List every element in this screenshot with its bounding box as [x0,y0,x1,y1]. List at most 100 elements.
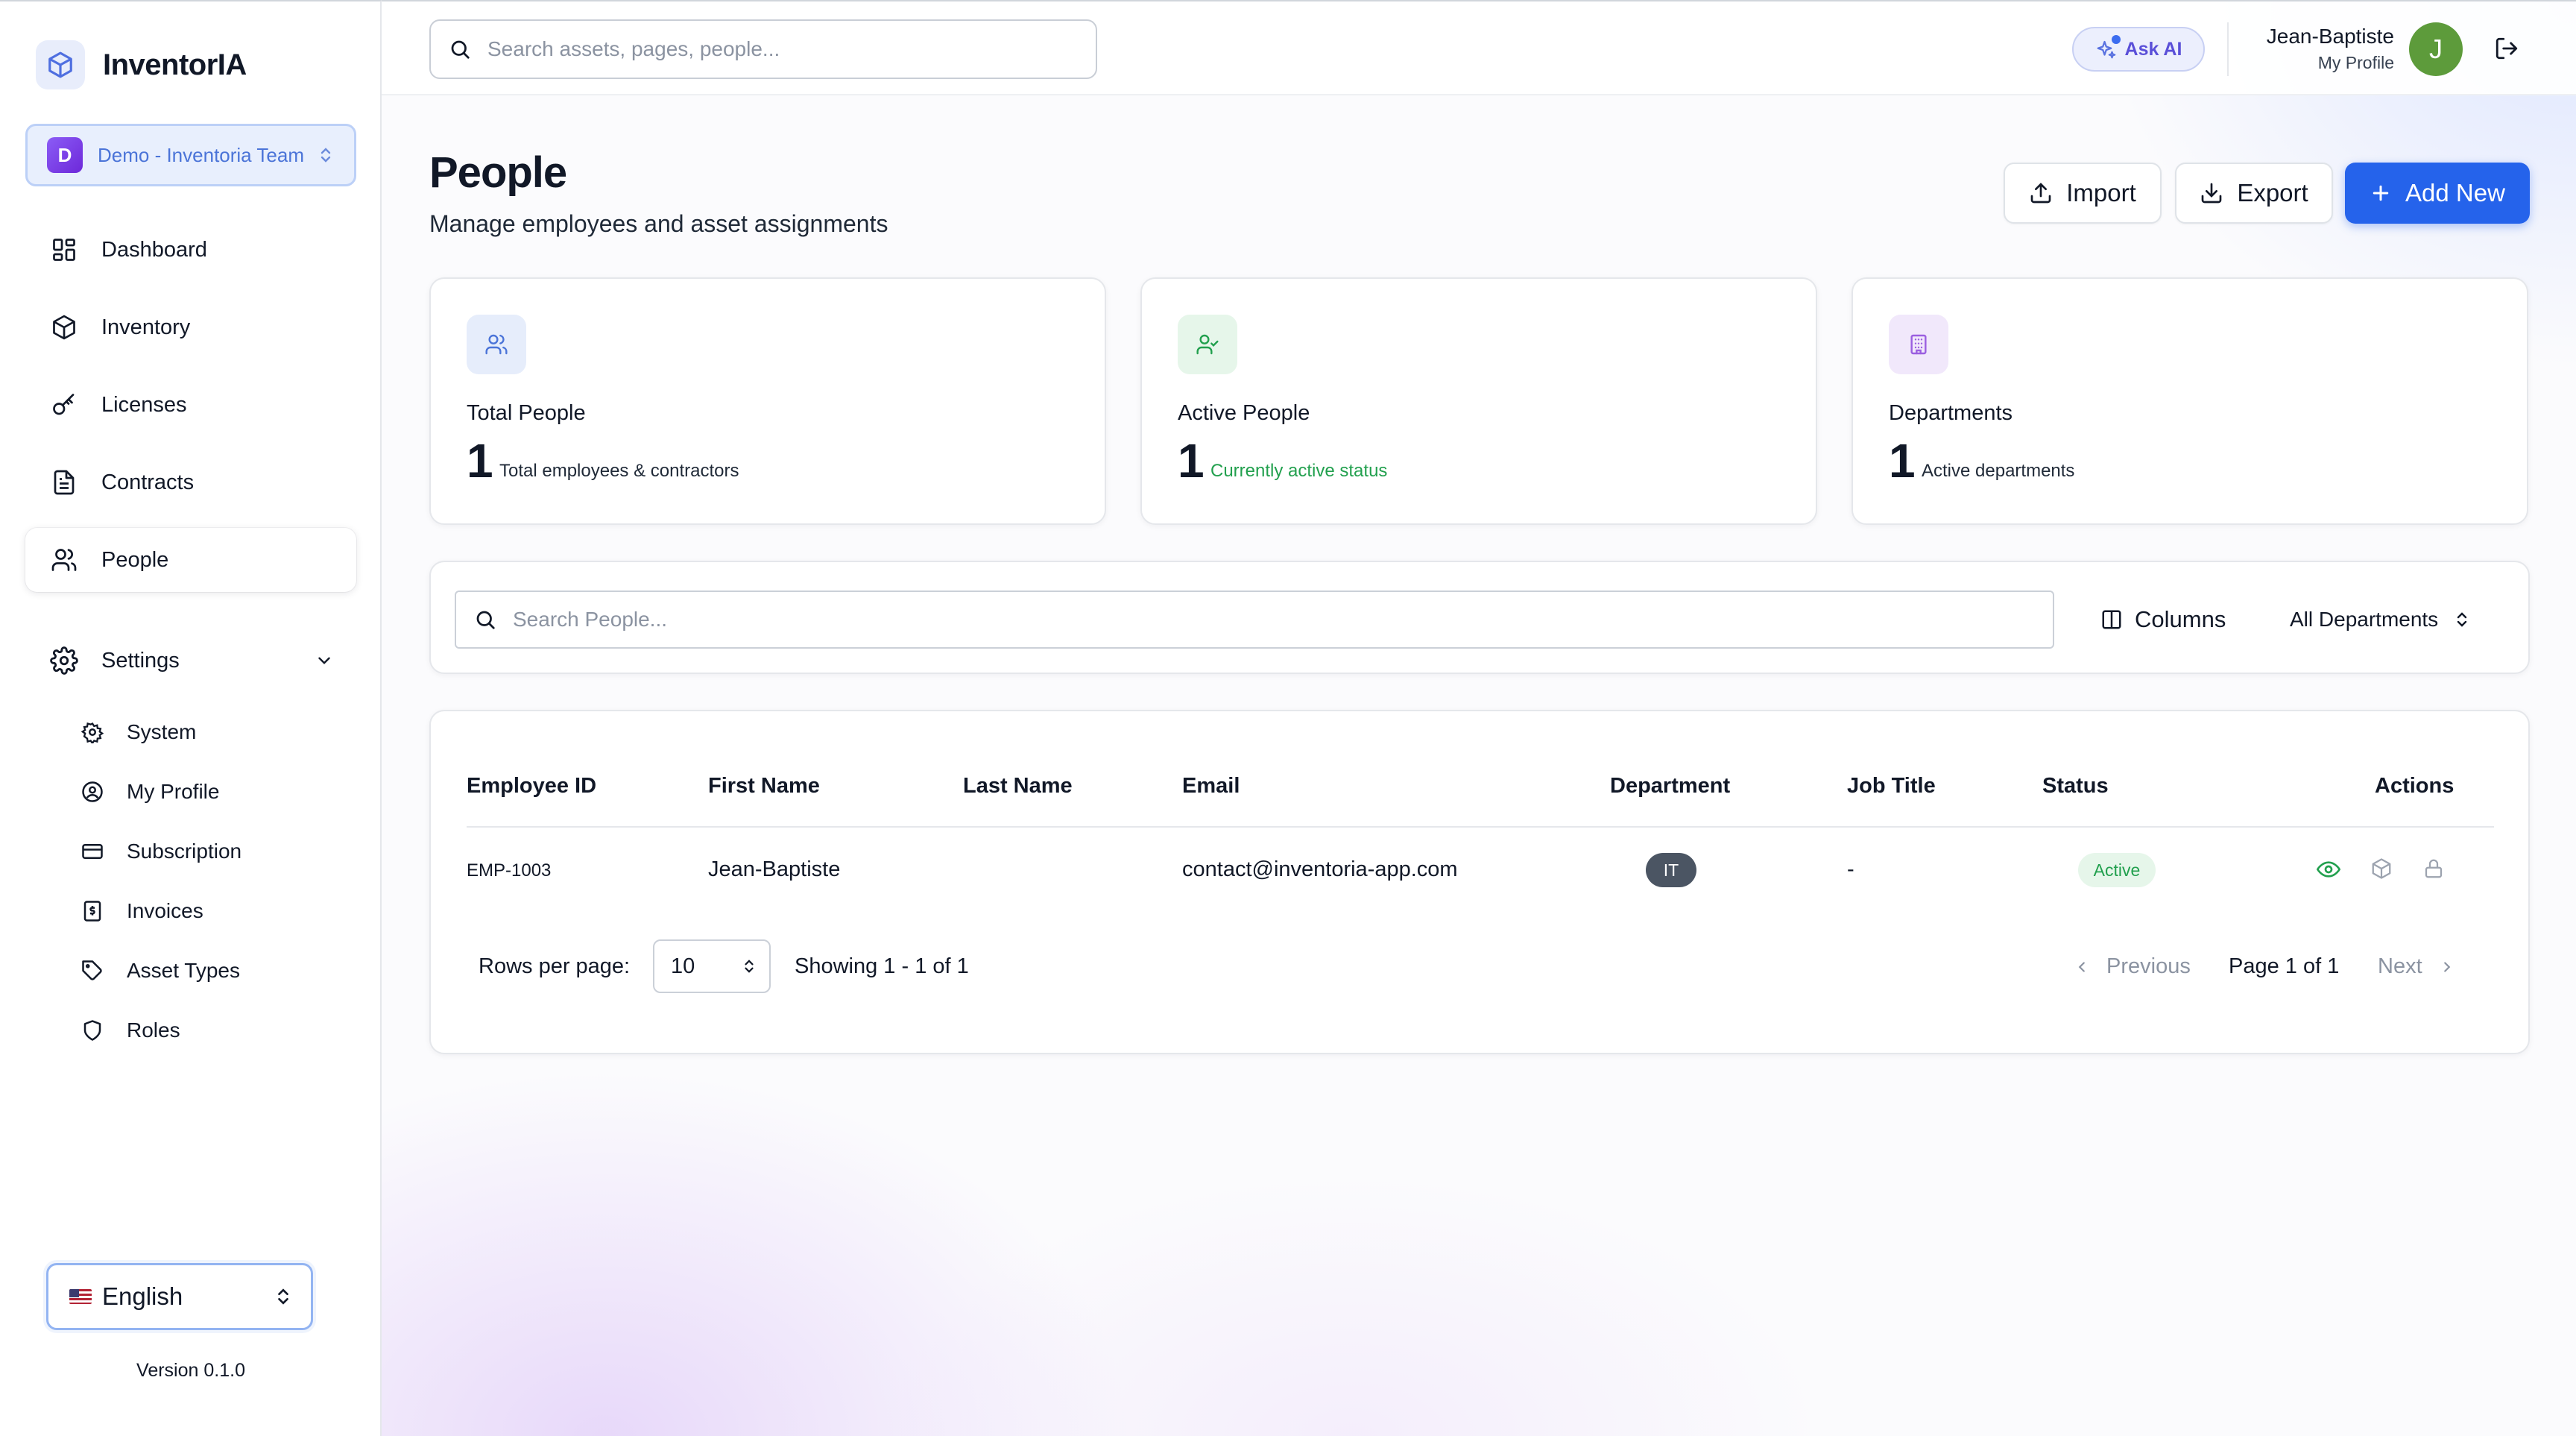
stat-label: Total People [467,401,586,425]
logout-icon[interactable] [2494,36,2519,61]
stat-description: Currently active status [1210,461,1388,481]
upload-icon [2029,181,2053,205]
add-new-button[interactable]: Add New [2345,163,2530,224]
sidebar-item-asset-types[interactable]: Asset Types [79,941,347,1001]
column-header-employee-id[interactable]: Employee ID [467,774,596,799]
notification-dot [2111,35,2121,44]
assets-box-icon[interactable] [2370,857,2393,880]
stat-value: 1 [467,434,493,488]
export-button[interactable]: Export [2175,163,2333,224]
document-icon [49,467,79,497]
sidebar-item-invoices[interactable]: Invoices [79,881,347,941]
page-subtitle: Manage employees and asset assignments [429,210,888,237]
chevron-updown-icon [742,957,756,976]
ask-ai-button[interactable]: Ask AI [2072,27,2205,72]
user-info[interactable]: Jean-Baptiste My Profile [2245,22,2394,75]
filter-bar: Columns All Departments [429,561,2530,674]
sidebar-item-label: People [101,547,169,572]
columns-button[interactable]: Columns [2100,592,2226,647]
sidebar-item-subscription[interactable]: Subscription [79,822,347,881]
sidebar-item-label: Subscription [127,840,242,863]
people-search-input[interactable] [513,608,2004,632]
sidebar-item-label: Roles [127,1018,180,1042]
column-header-department[interactable]: Department [1610,774,1730,799]
chevron-down-icon [315,651,334,670]
chevron-updown-icon [311,146,341,164]
shield-icon [79,1017,106,1044]
sidebar-item-roles[interactable]: Roles [79,1001,347,1060]
users-icon [467,315,526,374]
department-select[interactable]: All Departments [2290,592,2469,647]
rows-per-page-select[interactable]: 10 [653,939,771,993]
app-name: InventorIA [103,48,247,81]
sidebar-item-label: Dashboard [101,237,207,262]
brand[interactable]: InventorIA [36,39,247,91]
team-name: Demo - Inventoria Team [98,143,304,166]
sidebar-item-system[interactable]: System [79,702,347,762]
cell-employee-id: EMP-1003 [467,860,552,881]
header-divider [467,826,2494,828]
my-profile-link[interactable]: My Profile [2245,51,2394,75]
next-button[interactable]: Next [2378,954,2455,979]
main-content: Ask AI Jean-Baptiste My Profile J People… [382,0,2576,1436]
sidebar-item-label: Contracts [101,470,195,494]
column-header-job-title[interactable]: Job Title [1847,774,1936,799]
column-header-actions: Actions [2375,774,2455,798]
gear-icon [79,719,106,746]
sidebar-item-contracts[interactable]: Contracts [25,450,356,514]
chevron-updown-icon [275,1285,291,1308]
sidebar-item-label: My Profile [127,780,220,803]
settings-label: Settings [101,648,180,673]
global-search-input[interactable] [487,37,1069,61]
view-icon[interactable] [2317,857,2340,881]
column-header-last-name[interactable]: Last Name [963,774,1073,799]
search-icon [474,608,496,631]
page-title: People [429,148,567,197]
sparkles-icon [2095,35,2121,60]
previous-button[interactable]: Previous [2074,954,2191,979]
next-label: Next [2378,954,2422,978]
sidebar-item-label: Invoices [127,899,203,922]
showing-count: Showing 1 - 1 of 1 [795,954,969,978]
stat-value: 1 [1178,434,1205,488]
team-avatar: D [47,137,83,173]
sidebar-item-people[interactable]: People [25,528,356,592]
sidebar-item-label: Licenses [101,392,187,417]
sidebar-item-licenses[interactable]: Licenses [25,373,356,437]
columns-icon [2100,608,2123,631]
team-switcher[interactable]: D Demo - Inventoria Team [25,124,356,186]
app-version: Version 0.1.0 [136,1360,245,1381]
ask-ai-label: Ask AI [2124,38,2182,60]
chevron-left-icon [2074,959,2090,975]
user-name: Jean-Baptiste [2266,25,2394,48]
sidebar: InventorIA D Demo - Inventoria Team Dash… [0,0,382,1436]
lock-icon[interactable] [2422,857,2445,880]
column-header-email[interactable]: Email [1182,774,1240,799]
avatar[interactable]: J [2409,22,2463,76]
global-search[interactable] [429,19,1097,79]
people-search[interactable] [455,591,2054,649]
sidebar-item-settings[interactable]: Settings [25,629,356,692]
topbar: Ask AI Jean-Baptiste My Profile J [382,1,2576,95]
sidebar-item-dashboard[interactable]: Dashboard [25,218,356,282]
sidebar-item-my-profile[interactable]: My Profile [79,762,347,822]
previous-label: Previous [2106,954,2191,978]
language-select[interactable]: English [46,1263,313,1330]
box-icon [49,312,79,342]
column-header-status[interactable]: Status [2042,774,2109,799]
stat-description: Total employees & contractors [499,461,739,481]
stat-card-active-people: Active People 1 Currently active status [1140,277,1817,525]
sidebar-item-inventory[interactable]: Inventory [25,295,356,359]
building-icon [1889,315,1948,374]
download-icon [2200,181,2223,205]
page-indicator: Page 1 of 1 [2229,954,2340,978]
divider [2227,22,2229,76]
stat-label: Departments [1889,401,2013,425]
us-flag-icon [69,1289,92,1304]
chevron-right-icon [2439,959,2455,975]
column-header-first-name[interactable]: First Name [708,774,820,799]
import-button[interactable]: Import [2004,163,2162,224]
credit-card-icon [79,838,106,865]
sidebar-nav: Dashboard Inventory Licenses Contracts P… [25,218,356,605]
dashboard-icon [49,235,79,265]
